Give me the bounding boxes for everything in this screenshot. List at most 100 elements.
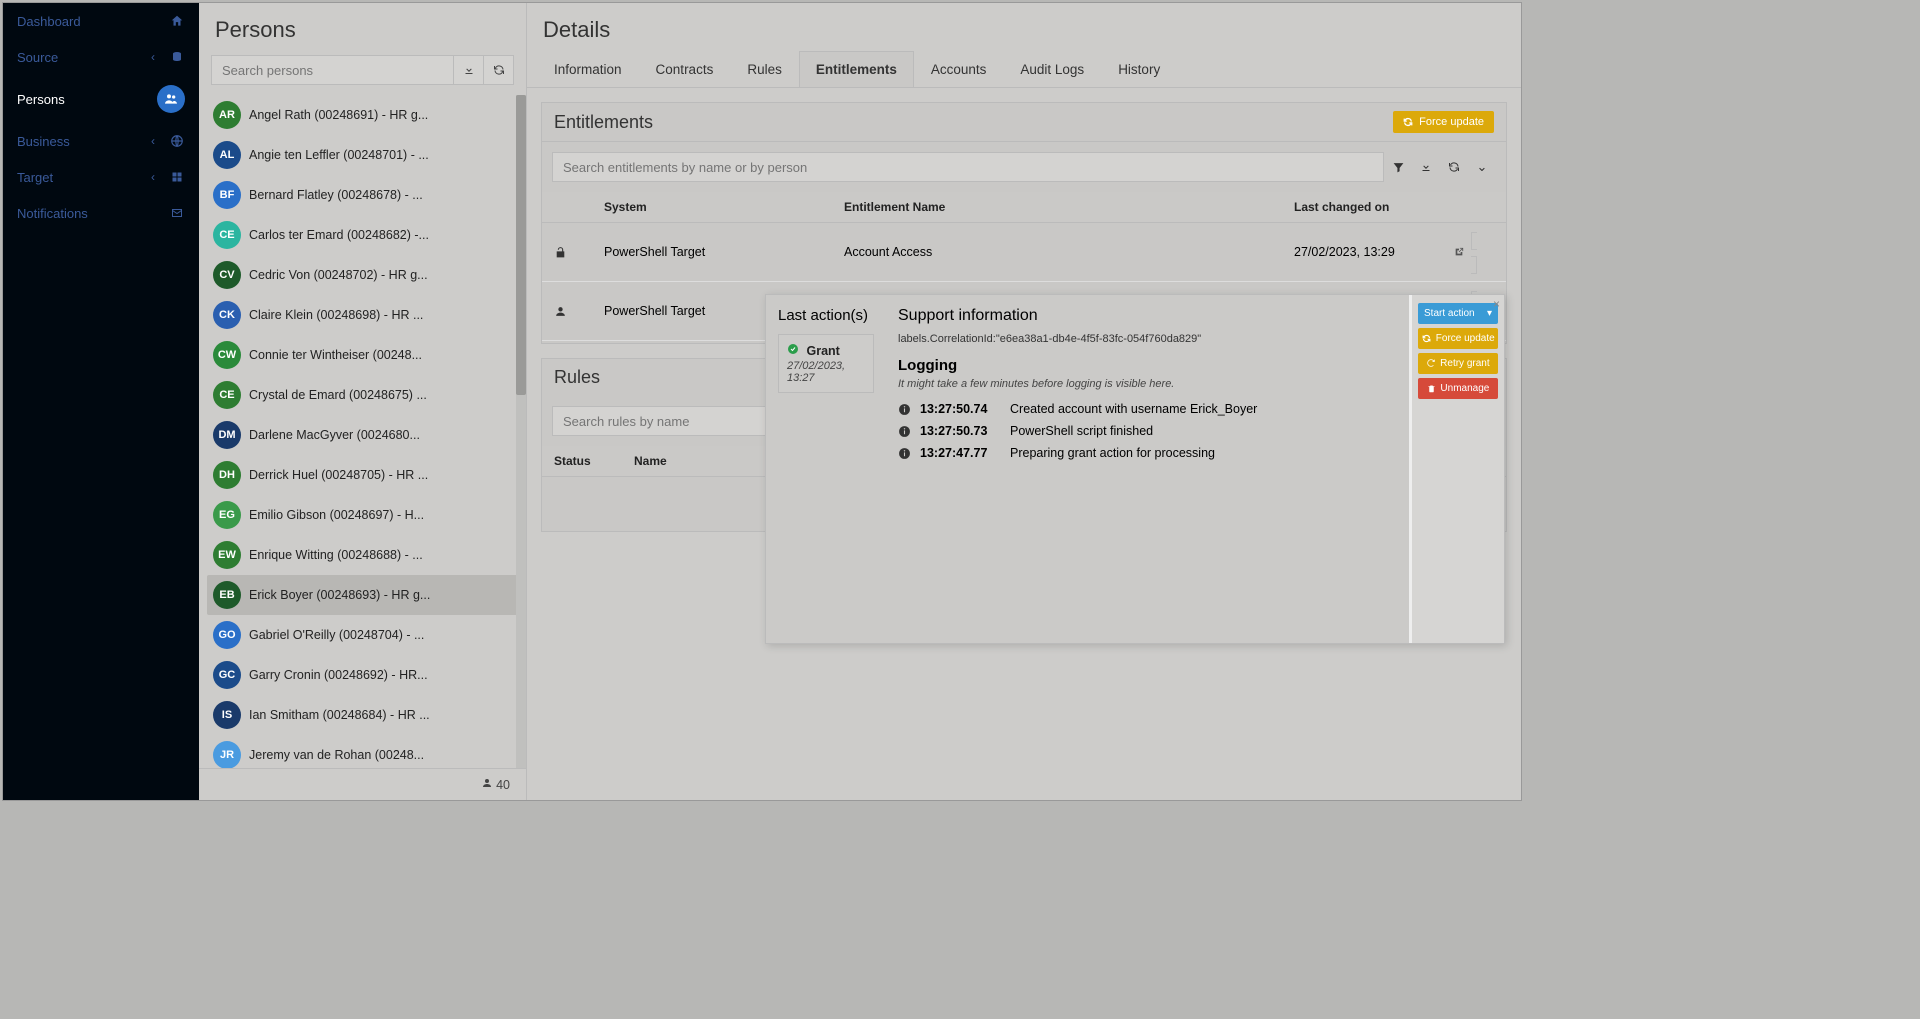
log-message: Created account with username Erick_Boye…	[1010, 402, 1397, 416]
support-info-title: Support information	[898, 307, 1397, 325]
persons-column: Persons ARAngel Rath (00248691) - HR g..…	[199, 3, 527, 800]
log-row: 13:27:47.77Preparing grant action for pr…	[898, 442, 1397, 464]
nav-source[interactable]: Source ‹	[3, 39, 199, 75]
home-icon	[169, 13, 185, 29]
check-icon	[787, 344, 802, 358]
person-row[interactable]: GC Garry Cronin (00248692) - HR...	[207, 655, 518, 695]
rules-title: Rules	[554, 367, 600, 388]
log-time: 13:27:50.73	[920, 424, 1010, 438]
person-row[interactable]: CK Claire Klein (00248698) - HR ...	[207, 295, 518, 335]
unlock-icon	[554, 246, 604, 259]
tab-entitlements[interactable]: Entitlements	[799, 51, 914, 87]
info-icon	[898, 403, 914, 416]
logging-title: Logging	[898, 357, 1397, 374]
avatar: CE	[213, 381, 241, 409]
entitlement-row[interactable]: PowerShell Target Account Access 27/02/2…	[542, 223, 1506, 282]
database-icon	[169, 49, 185, 65]
action-date: 27/02/2023, 13:27	[787, 360, 865, 384]
grid-icon	[169, 169, 185, 185]
details-tabs: InformationContractsRulesEntitlementsAcc…	[527, 51, 1521, 88]
person-row[interactable]: GOGabriel O'Reilly (00248704) - ...	[207, 615, 518, 655]
person-row[interactable]: IS Ian Smitham (00248684) - HR ...	[207, 695, 518, 735]
search-persons-input[interactable]	[211, 55, 454, 85]
button-label: Force update	[1436, 333, 1495, 344]
globe-icon	[169, 133, 185, 149]
last-action-card[interactable]: Grant 27/02/2023, 13:27	[778, 334, 874, 393]
persons-footer: 40	[199, 768, 526, 800]
tab-audit-logs[interactable]: Audit Logs	[1003, 51, 1101, 87]
avatar: DH	[213, 461, 241, 489]
details-title: Details	[527, 3, 1521, 51]
col-system: System	[604, 200, 844, 214]
tab-information[interactable]: Information	[537, 51, 639, 87]
button-label: Unmanage	[1440, 383, 1489, 394]
nav-business[interactable]: Business ‹	[3, 123, 199, 159]
tab-accounts[interactable]: Accounts	[914, 51, 1004, 87]
logging-note: It might take a few minutes before loggi…	[898, 378, 1397, 390]
person-name: Connie ter Wintheiser (00248...	[249, 348, 422, 362]
col-changed: Last changed on	[1294, 200, 1454, 214]
avatar: IS	[213, 701, 241, 729]
person-row[interactable]: EBErick Boyer (00248693) - HR g...	[207, 575, 518, 615]
person-name: Jeremy van de Rohan (00248...	[249, 748, 424, 762]
download-icon[interactable]	[1412, 153, 1440, 181]
avatar: EG	[213, 501, 241, 529]
person-name: Angel Rath (00248691) - HR g...	[249, 108, 428, 122]
avatar: GC	[213, 661, 241, 689]
filter-icon[interactable]	[1384, 153, 1412, 181]
chevron-left-icon: ‹	[145, 133, 161, 149]
person-name: Carlos ter Emard (00248682) -...	[249, 228, 429, 242]
log-time: 13:27:50.74	[920, 402, 1010, 416]
avatar: CK	[213, 301, 241, 329]
avatar: AR	[213, 101, 241, 129]
person-row[interactable]: DMDarlene MacGyver (0024680...	[207, 415, 518, 455]
cell-entitlement: Account Access	[844, 245, 1294, 259]
persons-list[interactable]: AR Angel Rath (00248691) - HR g... ALAngie…	[199, 95, 526, 768]
person-name: Gabriel O'Reilly (00248704) - ...	[249, 628, 424, 642]
tab-contracts[interactable]: Contracts	[639, 51, 731, 87]
person-row[interactable]: AR Angel Rath (00248691) - HR g...	[207, 95, 518, 135]
force-update-button[interactable]: Force update	[1418, 328, 1498, 349]
unmanage-button[interactable]: Unmanage	[1418, 378, 1498, 399]
search-entitlements-input[interactable]	[552, 152, 1384, 182]
person-row[interactable]: CECarlos ter Emard (00248682) -...	[207, 215, 518, 255]
force-update-button[interactable]: Force update	[1393, 111, 1494, 133]
nav-persons[interactable]: Persons	[3, 75, 199, 123]
person-row[interactable]: CWConnie ter Wintheiser (00248...	[207, 335, 518, 375]
person-name: Claire Klein (00248698) - HR ...	[249, 308, 423, 322]
nav-label: Notifications	[17, 206, 88, 221]
person-row[interactable]: DHDerrick Huel (00248705) - HR ...	[207, 455, 518, 495]
nav-target[interactable]: Target ‹	[3, 159, 199, 195]
chevron-down-icon[interactable]: ⌄	[1468, 153, 1496, 181]
close-icon[interactable]: ×	[1493, 297, 1500, 311]
person-name: Garry Cronin (00248692) - HR...	[249, 668, 428, 682]
person-name: Ian Smitham (00248684) - HR ...	[249, 708, 430, 722]
log-message: PowerShell script finished	[1010, 424, 1397, 438]
external-link-icon[interactable]	[1454, 232, 1494, 274]
person-row[interactable]: BFBernard Flatley (00248678) - ...	[207, 175, 518, 215]
avatar: EW	[213, 541, 241, 569]
action-status-label: Grant	[806, 344, 839, 358]
info-icon	[898, 425, 914, 438]
users-icon	[157, 85, 185, 113]
person-row[interactable]: ALAngie ten Leffler (00248701) - ...	[207, 135, 518, 175]
person-row[interactable]: CECrystal de Emard (00248675) ...	[207, 375, 518, 415]
scrollbar[interactable]	[516, 95, 526, 768]
refresh-icon[interactable]	[1440, 153, 1468, 181]
nav-notifications[interactable]: Notifications	[3, 195, 199, 231]
refresh-icon[interactable]	[484, 55, 514, 85]
persons-count: 40	[496, 778, 510, 792]
start-action-button[interactable]: Start action ▾	[1418, 303, 1498, 324]
person-row[interactable]: EG Emilio Gibson (00248697) - H...	[207, 495, 518, 535]
person-row[interactable]: EWEnrique Witting (00248688) - ...	[207, 535, 518, 575]
nav-label: Source	[17, 50, 58, 65]
person-name: Emilio Gibson (00248697) - H...	[249, 508, 424, 522]
person-row[interactable]: CVCedric Von (00248702) - HR g...	[207, 255, 518, 295]
nav-dashboard[interactable]: Dashboard	[3, 3, 199, 39]
tab-history[interactable]: History	[1101, 51, 1177, 87]
person-row[interactable]: JRJeremy van de Rohan (00248...	[207, 735, 518, 768]
chevron-left-icon: ‹	[145, 49, 161, 65]
download-icon[interactable]	[454, 55, 484, 85]
retry-grant-button[interactable]: Retry grant	[1418, 353, 1498, 374]
tab-rules[interactable]: Rules	[730, 51, 799, 87]
